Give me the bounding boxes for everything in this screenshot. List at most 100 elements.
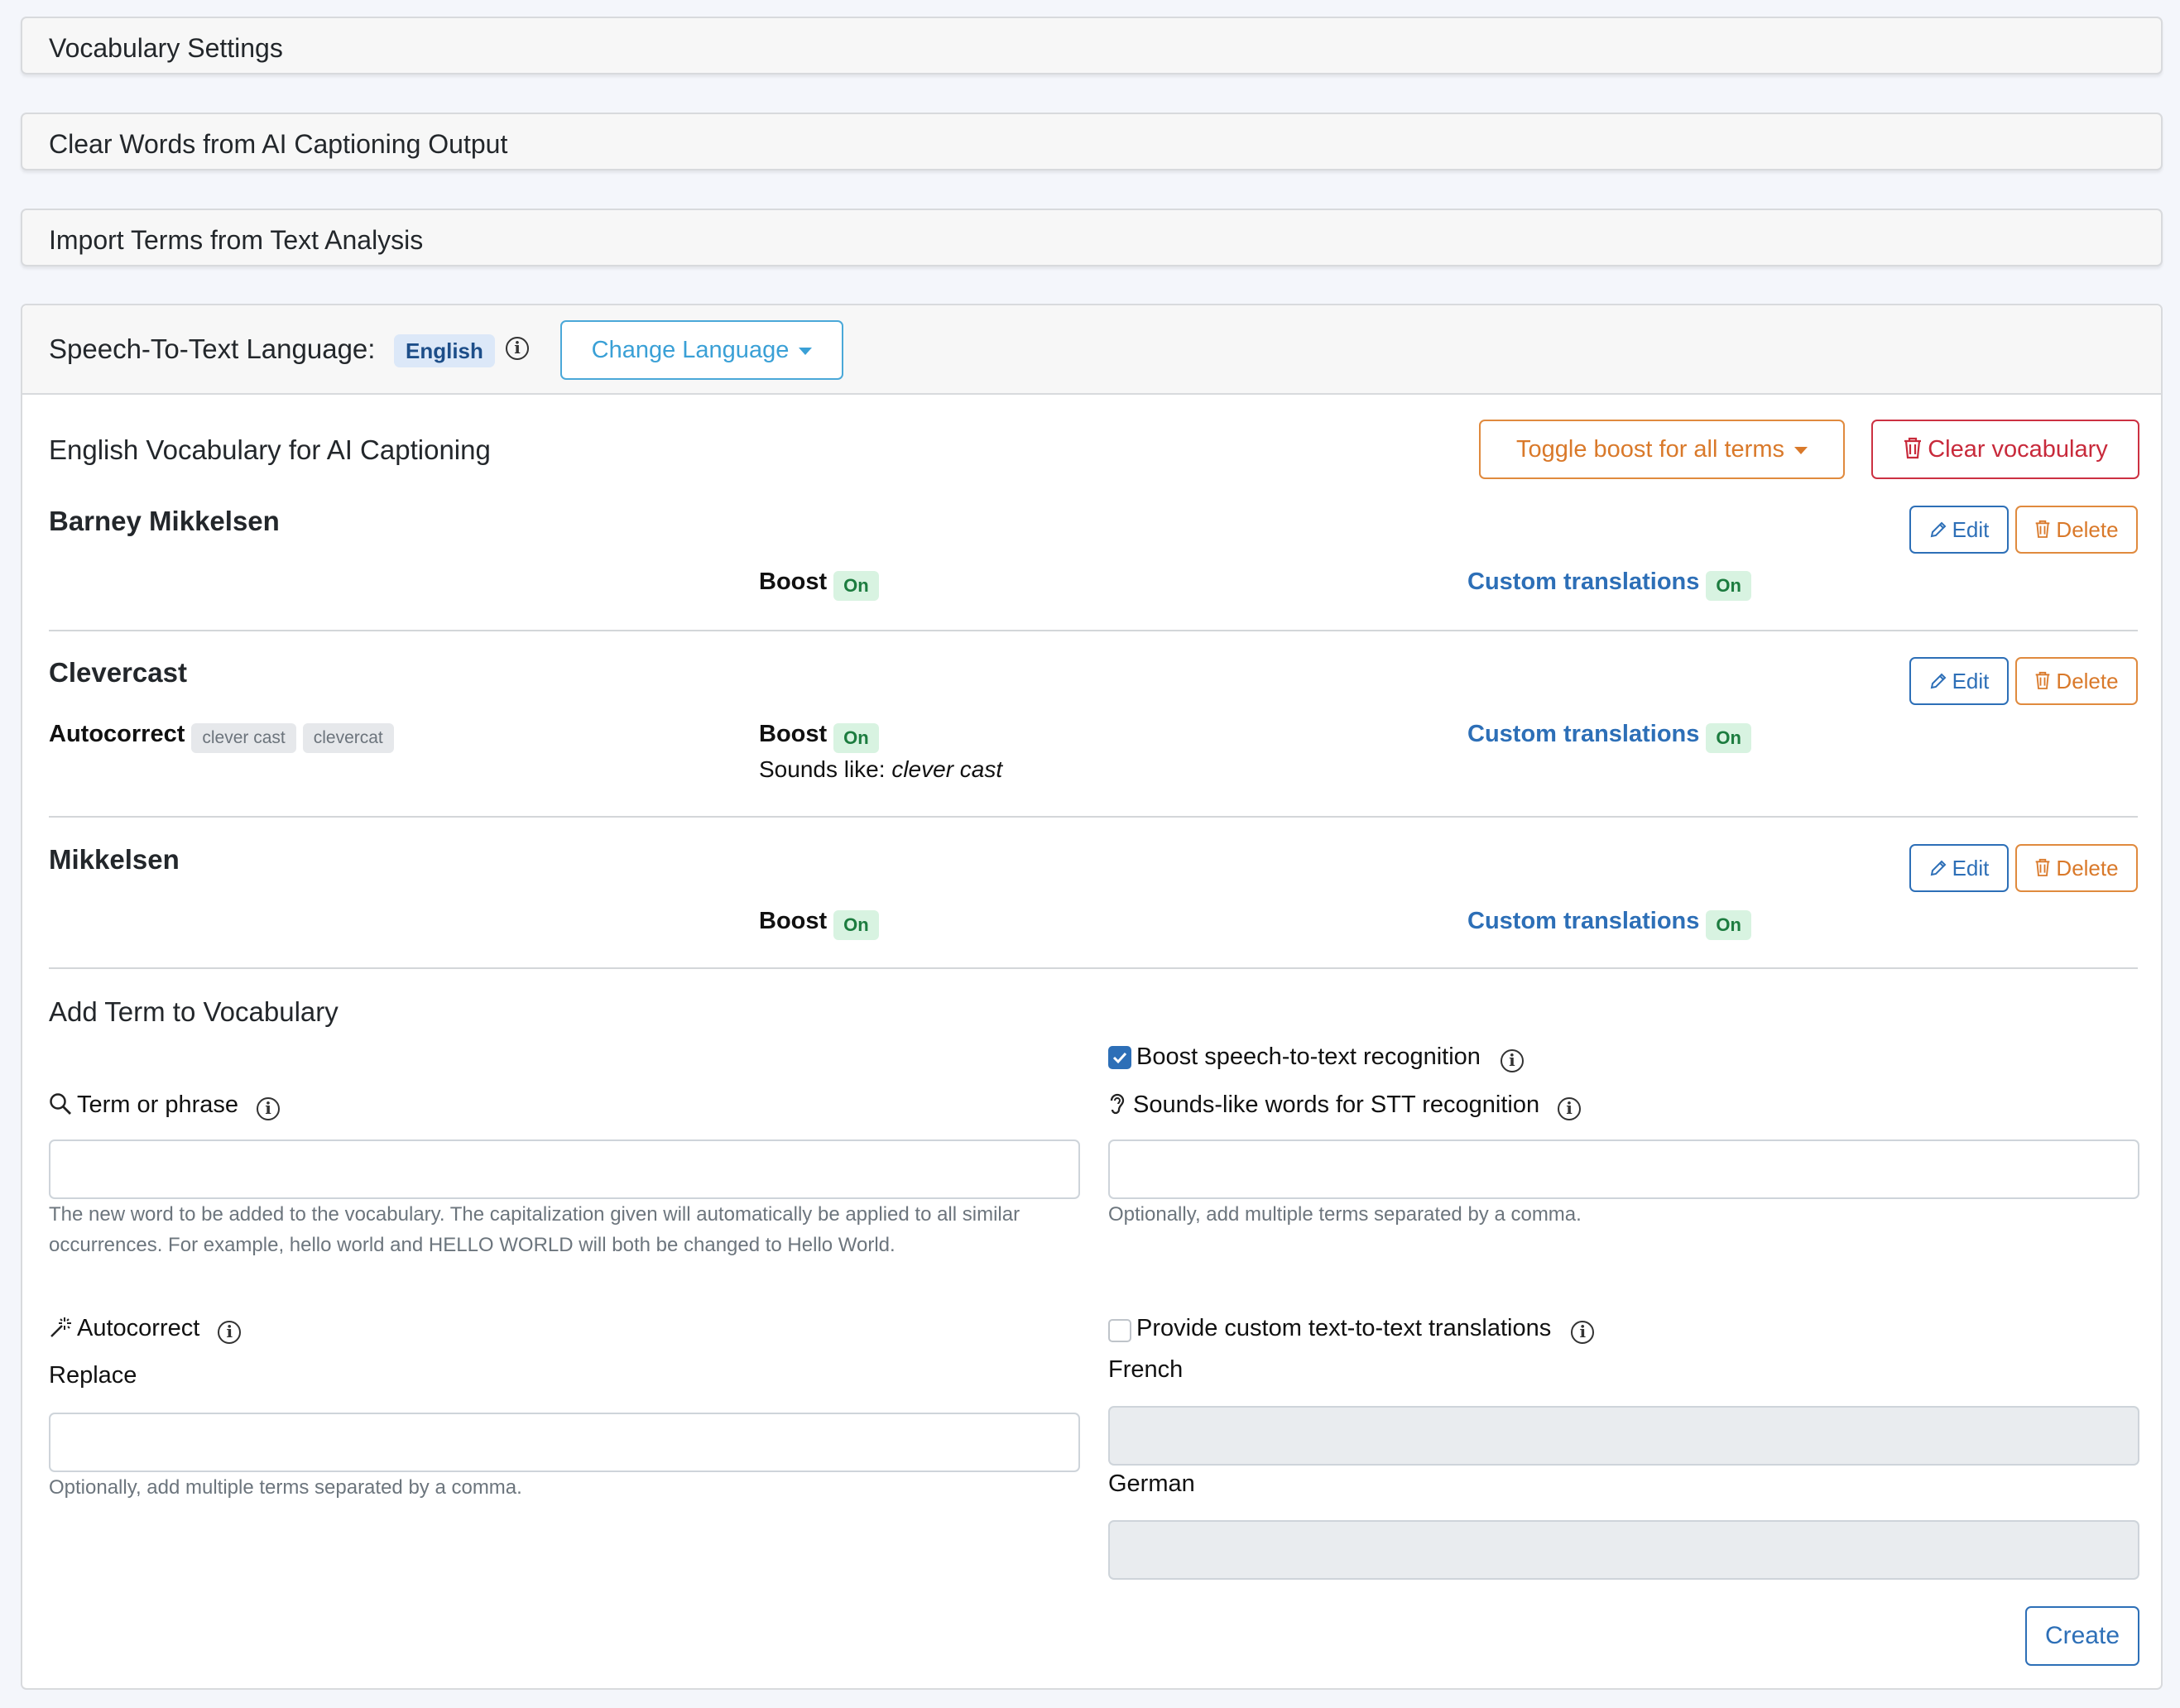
trash-icon xyxy=(1903,436,1923,459)
boost-checkbox-label-row: Boost speech-to-text recognition i xyxy=(1136,1044,1524,1072)
german-input xyxy=(1108,1520,2139,1580)
create-button[interactable]: Create xyxy=(2025,1606,2139,1666)
vocabulary-title: English Vocabulary for AI Captioning xyxy=(49,434,491,465)
french-input xyxy=(1108,1406,2139,1466)
accordion-title: Vocabulary Settings xyxy=(49,33,283,63)
sounds-like-input[interactable] xyxy=(1108,1139,2139,1199)
delete-term-button[interactable]: Delete xyxy=(2015,844,2138,892)
term-help-line: The new word to be added to the vocabula… xyxy=(49,1203,1020,1226)
german-label: German xyxy=(1108,1471,1195,1497)
clear-vocabulary-button[interactable]: Clear vocabulary xyxy=(1871,420,2139,479)
term-name: Barney Mikkelsen xyxy=(49,506,280,536)
accordion-vocabulary-settings[interactable]: Vocabulary Settings xyxy=(21,17,2163,74)
on-badge: On xyxy=(833,909,879,940)
term-help-text: The new word to be added to the vocabula… xyxy=(49,1199,1125,1260)
trash-icon xyxy=(2034,857,2051,877)
translations-checkbox[interactable] xyxy=(1108,1319,1131,1342)
language-badge: English xyxy=(394,334,495,367)
term-input[interactable] xyxy=(49,1139,1080,1199)
on-badge: On xyxy=(833,722,879,753)
caret-down-icon xyxy=(1793,446,1808,454)
boost-label: Boost xyxy=(759,569,828,595)
pencil-icon xyxy=(1929,859,1947,877)
button-label: Delete xyxy=(2056,517,2119,542)
magic-wand-icon xyxy=(49,1316,72,1339)
button-label: Edit xyxy=(1952,856,1990,880)
boost-checkbox-label[interactable]: Boost speech-to-text recognition xyxy=(1136,1044,1481,1070)
sounds-like-value: clever cast xyxy=(891,756,1003,782)
autocorrect-label: Autocorrect xyxy=(49,721,185,747)
delete-term-button[interactable]: Delete xyxy=(2015,506,2138,554)
trash-icon xyxy=(2034,670,2051,690)
sounds-like-help-text: Optionally, add multiple terms separated… xyxy=(1108,1203,1582,1226)
button-label: Clear vocabulary xyxy=(1928,436,2108,463)
accordion-title: Clear Words from AI Captioning Output xyxy=(49,129,508,159)
boost-status: Boost On xyxy=(759,569,879,601)
divider xyxy=(49,967,2138,969)
autocorrect-status: Autocorrect clever cast clevercat xyxy=(49,721,394,753)
term-help-line: occurrences. For example, hello world an… xyxy=(49,1234,896,1256)
replace-input[interactable] xyxy=(49,1413,1080,1472)
custom-translations-status: Custom translations On xyxy=(1467,908,1751,940)
search-icon xyxy=(49,1092,72,1115)
change-language-button[interactable]: Change Language xyxy=(560,320,843,380)
edit-term-button[interactable]: Edit xyxy=(1909,657,2009,705)
term-name: Mikkelsen xyxy=(49,844,180,875)
accordion-import-terms[interactable]: Import Terms from Text Analysis xyxy=(21,209,2163,266)
custom-translations-link[interactable]: Custom translations xyxy=(1467,569,1699,595)
custom-translations-link[interactable]: Custom translations xyxy=(1467,908,1699,934)
stt-language-label: Speech-To-Text Language: xyxy=(49,333,376,364)
divider xyxy=(49,630,2138,631)
boost-label: Boost xyxy=(759,721,828,747)
term-label-row: Term or phrase i xyxy=(49,1091,281,1120)
ear-icon xyxy=(1108,1092,1126,1115)
pencil-icon xyxy=(1929,521,1947,539)
boost-status: Boost On xyxy=(759,721,879,753)
sounds-like-label: Sounds-like words for STT recognition xyxy=(1133,1091,1540,1118)
toggle-boost-all-button[interactable]: Toggle boost for all terms xyxy=(1479,420,1845,479)
accordion-title: Import Terms from Text Analysis xyxy=(49,225,424,255)
vocabulary-card: Speech-To-Text Language: English i Chang… xyxy=(21,304,2163,1690)
button-label: Edit xyxy=(1952,517,1990,542)
info-icon[interactable]: i xyxy=(506,337,529,360)
divider xyxy=(49,816,2138,818)
replace-label: Replace xyxy=(49,1362,137,1389)
boost-label: Boost xyxy=(759,908,828,934)
replace-help-text: Optionally, add multiple terms separated… xyxy=(49,1476,522,1499)
on-badge: On xyxy=(833,570,879,601)
page: Vocabulary Settings Clear Words from AI … xyxy=(0,0,2180,1708)
button-label: Toggle boost for all terms xyxy=(1516,436,1784,463)
accordion-clear-words[interactable]: Clear Words from AI Captioning Output xyxy=(21,113,2163,170)
language-header: Speech-To-Text Language: English i Chang… xyxy=(22,305,2161,395)
on-badge: On xyxy=(1706,722,1751,753)
info-icon[interactable]: i xyxy=(1558,1097,1582,1120)
on-badge: On xyxy=(1706,570,1751,601)
translations-checkbox-label[interactable]: Provide custom text-to-text translations xyxy=(1136,1315,1551,1341)
autocorrect-label: Autocorrect xyxy=(77,1315,200,1341)
pencil-icon xyxy=(1929,672,1947,690)
delete-term-button[interactable]: Delete xyxy=(2015,657,2138,705)
term-label: Term or phrase xyxy=(77,1091,239,1118)
translations-checkbox-label-row: Provide custom text-to-text translations… xyxy=(1136,1315,1595,1344)
info-icon[interactable]: i xyxy=(1571,1321,1595,1344)
on-badge: On xyxy=(1706,909,1751,940)
info-icon[interactable]: i xyxy=(257,1097,281,1120)
autocorrect-badge: clever cast xyxy=(191,722,296,753)
sounds-like-text: Sounds like: clever cast xyxy=(759,756,1002,783)
custom-translations-link[interactable]: Custom translations xyxy=(1467,721,1699,747)
term-name: Clevercast xyxy=(49,657,187,688)
info-icon[interactable]: i xyxy=(218,1321,242,1344)
add-term-title: Add Term to Vocabulary xyxy=(49,996,339,1027)
autocorrect-badge: clevercat xyxy=(302,722,394,753)
sounds-like-prefix: Sounds like: xyxy=(759,756,886,782)
edit-term-button[interactable]: Edit xyxy=(1909,844,2009,892)
boost-checkbox[interactable] xyxy=(1108,1046,1131,1069)
sounds-like-label-row: Sounds-like words for STT recognition i xyxy=(1108,1091,1582,1120)
button-label: Delete xyxy=(2056,669,2119,693)
edit-term-button[interactable]: Edit xyxy=(1909,506,2009,554)
french-label: French xyxy=(1108,1356,1184,1383)
info-icon[interactable]: i xyxy=(1500,1049,1524,1072)
boost-status: Boost On xyxy=(759,908,879,940)
custom-translations-status: Custom translations On xyxy=(1467,569,1751,601)
autocorrect-label-row: Autocorrect i xyxy=(49,1315,242,1344)
